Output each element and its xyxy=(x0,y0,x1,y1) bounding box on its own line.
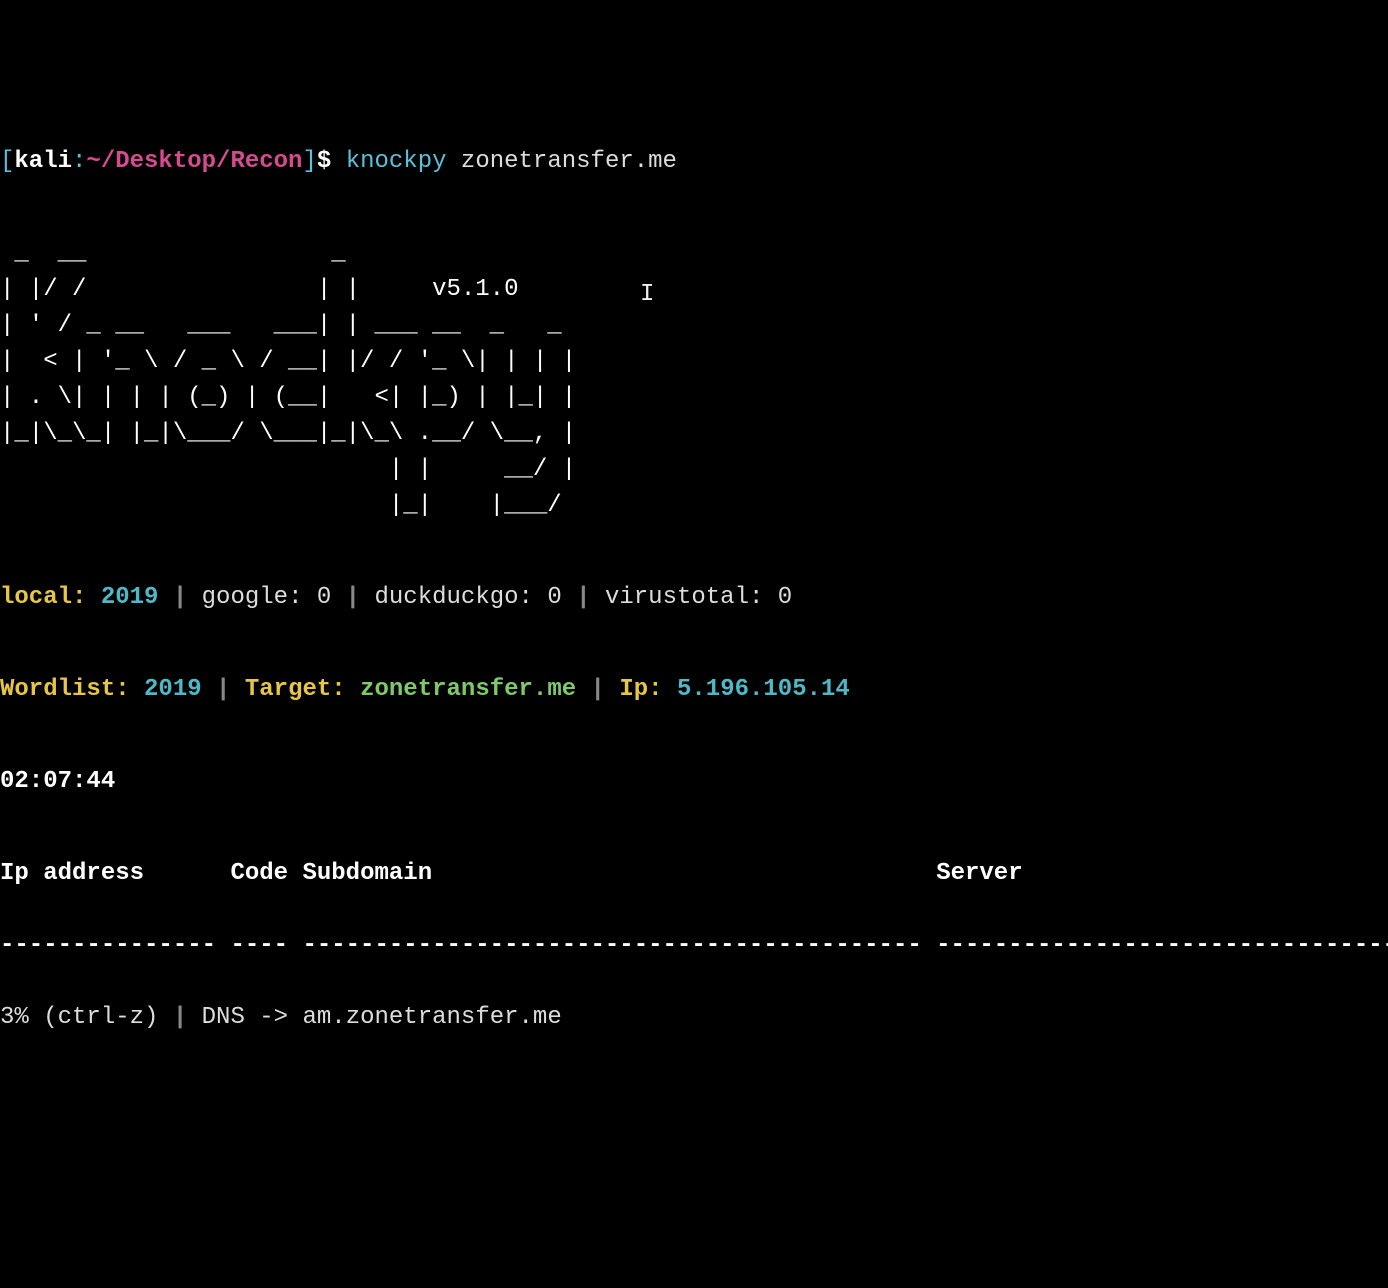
bracket-open: [ xyxy=(0,148,14,175)
separator: | xyxy=(158,584,201,611)
dollar-sign: $ xyxy=(317,148,331,175)
duckduckgo-stat: duckduckgo: 0 xyxy=(375,584,562,611)
progress-percent: 3% (ctrl-z) xyxy=(0,1004,158,1031)
shell-prompt-line[interactable]: [kali:~/Desktop/Recon]$ knockpy zonetran… xyxy=(0,144,1388,180)
col-ip: Ip address xyxy=(0,860,144,887)
elapsed-time: 02:07:44 xyxy=(0,764,1388,800)
source-stats-line: local: 2019 | google: 0 | duckduckgo: 0 … xyxy=(0,580,1388,616)
virustotal-stat: virustotal: 0 xyxy=(605,584,792,611)
wordlist-value: 2019 xyxy=(144,676,202,703)
current-subdomain: am.zonetransfer.me xyxy=(302,1004,561,1031)
separator: | xyxy=(202,676,245,703)
target-label: Target: xyxy=(245,676,346,703)
local-value: 2019 xyxy=(101,584,159,611)
ascii-banner: _ __ _ | |/ / | | v5.1.0 | ' / _ __ ___ … xyxy=(0,236,1388,524)
command-arg: zonetransfer.me xyxy=(461,148,677,175)
ip-label: Ip: xyxy=(619,676,662,703)
col-subdomain: Subdomain xyxy=(302,860,432,887)
google-stat: google: 0 xyxy=(202,584,332,611)
progress-status-line: 3% (ctrl-z) | DNS -> am.zonetransfer.me xyxy=(0,1000,1388,1036)
target-meta-line: Wordlist: 2019 | Target: zonetransfer.me… xyxy=(0,672,1388,708)
separator: | xyxy=(576,676,619,703)
table-header: Ip address Code Subdomain Server xyxy=(0,856,1388,892)
dns-arrow: DNS -> xyxy=(202,1004,303,1031)
cwd-path: ~/Desktop/Recon xyxy=(86,148,302,175)
col-server: Server xyxy=(936,860,1022,887)
separator: | xyxy=(331,584,374,611)
ip-value: 5.196.105.14 xyxy=(677,676,850,703)
bracket-close: ] xyxy=(302,148,316,175)
local-label: local: xyxy=(0,584,86,611)
username: kali xyxy=(14,148,72,175)
separator: | xyxy=(562,584,605,611)
target-value: zonetransfer.me xyxy=(360,676,576,703)
col-code: Code xyxy=(230,860,288,887)
command: knockpy xyxy=(346,148,447,175)
text-cursor-icon: I xyxy=(640,277,654,313)
colon: : xyxy=(72,148,86,175)
separator: | xyxy=(158,1004,201,1031)
wordlist-label: Wordlist: xyxy=(0,676,130,703)
table-divider: --------------- ---- -------------------… xyxy=(0,928,1388,964)
